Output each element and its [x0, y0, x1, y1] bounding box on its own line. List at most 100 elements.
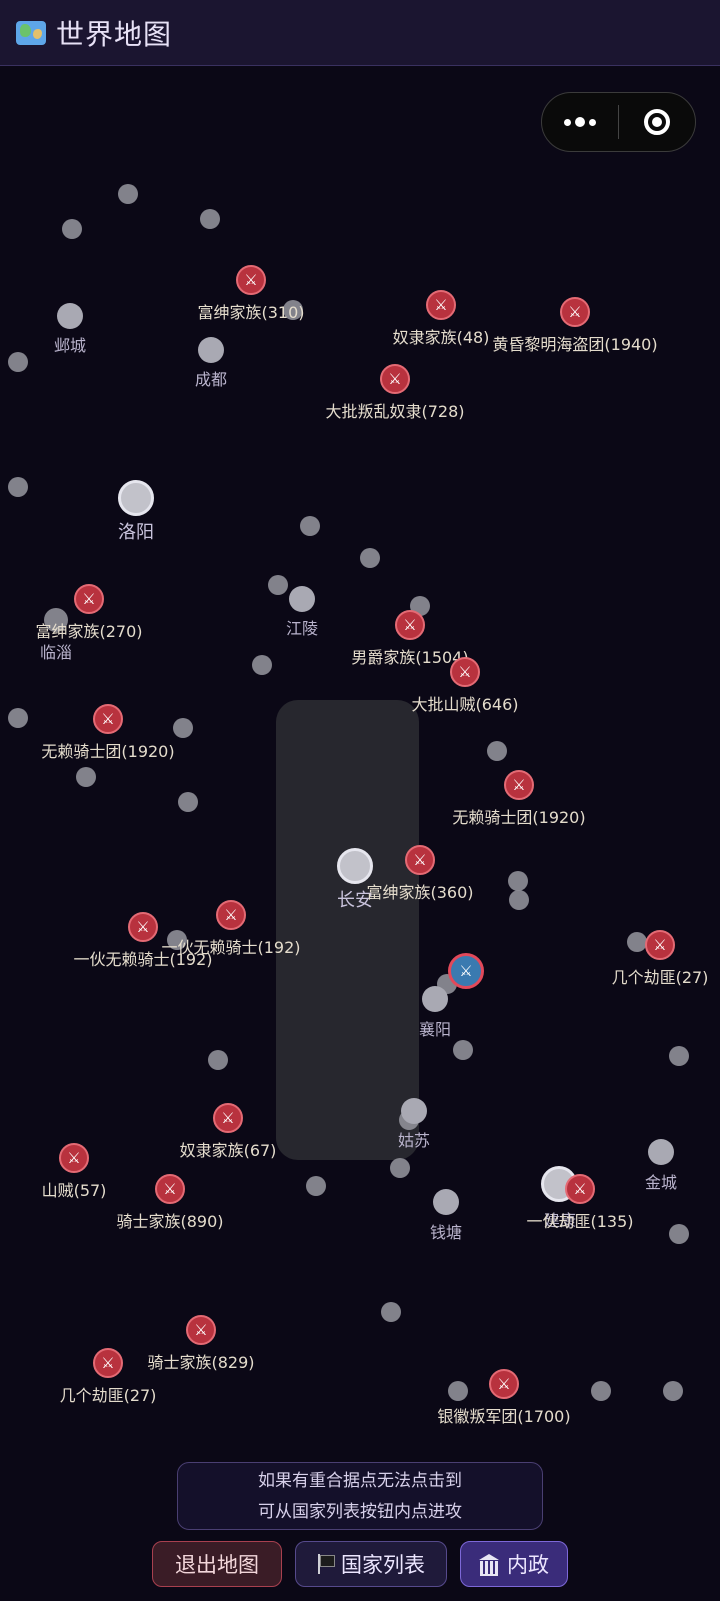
city-node-jiangling[interactable] — [289, 586, 315, 612]
enemy-label: 富绅家族(310) — [197, 303, 305, 322]
internal-affairs-button[interactable]: 内政 — [460, 1541, 568, 1587]
map-node[interactable] — [208, 1050, 228, 1070]
city-label: 临淄 — [39, 643, 73, 662]
internal-affairs-label: 内政 — [507, 1553, 549, 1577]
enemy-crossed-swords-icon[interactable]: ⚔ — [74, 584, 104, 614]
map-node[interactable] — [8, 477, 28, 497]
world-map-icon — [16, 20, 46, 45]
enemy-crossed-swords-icon[interactable]: ⚔ — [128, 912, 158, 942]
city-node-qiantang[interactable] — [433, 1189, 459, 1215]
map-node[interactable] — [487, 741, 507, 761]
city-label: 成都 — [194, 370, 228, 389]
enemy-crossed-swords-icon[interactable]: ⚔ — [186, 1315, 216, 1345]
more-dots-icon — [564, 117, 596, 127]
map-node[interactable] — [178, 792, 198, 812]
city-node-chengdu[interactable] — [198, 337, 224, 363]
map-node[interactable] — [591, 1381, 611, 1401]
map-node[interactable] — [252, 655, 272, 675]
enemy-label: 无赖骑士团(1920) — [452, 808, 586, 827]
enemy-label: 几个劫匪(27) — [611, 968, 709, 987]
enemy-crossed-swords-icon[interactable]: ⚔ — [426, 290, 456, 320]
flag-icon — [317, 1554, 335, 1574]
map-node[interactable] — [669, 1046, 689, 1066]
exit-map-button[interactable]: 退出地图 — [152, 1541, 282, 1587]
map-node[interactable] — [627, 932, 647, 952]
city-label: 钱塘 — [429, 1223, 463, 1242]
enemy-label: 富绅家族(270) — [35, 622, 143, 641]
enemy-label: 奴隶家族(67) — [179, 1141, 277, 1160]
map-node[interactable] — [360, 548, 380, 568]
map-node[interactable] — [200, 209, 220, 229]
city-node-yecheng[interactable] — [57, 303, 83, 329]
enemy-crossed-swords-icon[interactable]: ⚔ — [213, 1103, 243, 1133]
government-building-icon — [479, 1554, 499, 1576]
city-node-luoyang[interactable] — [118, 480, 154, 516]
enemy-crossed-swords-icon[interactable]: ⚔ — [450, 657, 480, 687]
map-node[interactable] — [306, 1176, 326, 1196]
enemy-crossed-swords-icon[interactable]: ⚔ — [504, 770, 534, 800]
enemy-crossed-swords-icon[interactable]: ⚔ — [59, 1143, 89, 1173]
title-bar: 世界地图 — [0, 0, 720, 66]
selected-enemy-crossed-swords-icon[interactable]: ⚔ — [448, 953, 484, 989]
enemy-crossed-swords-icon[interactable]: ⚔ — [645, 930, 675, 960]
city-label: 江陵 — [285, 619, 319, 638]
enemy-label: 山贼(57) — [41, 1181, 107, 1200]
enemy-crossed-swords-icon[interactable]: ⚔ — [565, 1174, 595, 1204]
enemy-crossed-swords-icon[interactable]: ⚔ — [405, 845, 435, 875]
overlap-hint: 如果有重合据点无法点击到 可从国家列表按钮内点进攻 — [177, 1462, 543, 1530]
exit-map-label: 退出地图 — [175, 1553, 259, 1577]
city-node-jincheng[interactable] — [648, 1139, 674, 1165]
map-node[interactable] — [508, 871, 528, 891]
map-node[interactable] — [663, 1381, 683, 1401]
enemy-crossed-swords-icon[interactable]: ⚔ — [155, 1174, 185, 1204]
map-node[interactable] — [300, 516, 320, 536]
enemy-label: 骑士家族(829) — [147, 1353, 255, 1372]
enemy-crossed-swords-icon[interactable]: ⚔ — [395, 610, 425, 640]
city-node-xiangyang[interactable] — [422, 986, 448, 1012]
enemy-crossed-swords-icon[interactable]: ⚔ — [489, 1369, 519, 1399]
enemy-label: 奴隶家族(48) — [392, 328, 490, 347]
city-label: 金城 — [644, 1173, 678, 1192]
miniprogram-capsule — [541, 92, 696, 152]
map-node[interactable] — [381, 1302, 401, 1322]
enemy-label: 银徽叛军团(1700) — [437, 1407, 571, 1426]
map-node[interactable] — [390, 1158, 410, 1178]
hint-line-1: 如果有重合据点无法点击到 — [258, 1471, 462, 1491]
map-node[interactable] — [448, 1381, 468, 1401]
enemy-crossed-swords-icon[interactable]: ⚔ — [380, 364, 410, 394]
map-node[interactable] — [118, 184, 138, 204]
city-label: 襄阳 — [418, 1020, 452, 1039]
enemy-label: 黄昏黎明海盗团(1940) — [492, 335, 658, 354]
enemy-label: 无赖骑士团(1920) — [41, 742, 175, 761]
enemy-label: 富绅家族(360) — [366, 883, 474, 902]
enemy-label: 骑士家族(890) — [116, 1212, 224, 1231]
scroll-overlay — [276, 700, 419, 1160]
enemy-crossed-swords-icon[interactable]: ⚔ — [236, 265, 266, 295]
country-list-button[interactable]: 国家列表 — [295, 1541, 447, 1587]
country-list-label: 国家列表 — [341, 1553, 425, 1577]
map-node[interactable] — [76, 767, 96, 787]
enemy-label: 几个劫匪(27) — [59, 1386, 157, 1405]
city-label: 姑苏 — [397, 1131, 431, 1150]
close-miniprogram-button[interactable] — [619, 93, 695, 151]
enemy-label: 一伙劫匪(135) — [526, 1212, 634, 1231]
map-node[interactable] — [268, 575, 288, 595]
page-title: 世界地图 — [56, 17, 173, 51]
map-node[interactable] — [509, 890, 529, 910]
target-close-icon — [644, 109, 670, 135]
enemy-crossed-swords-icon[interactable]: ⚔ — [560, 297, 590, 327]
map-node[interactable] — [62, 219, 82, 239]
map-node[interactable] — [8, 708, 28, 728]
enemy-label: 大批叛乱奴隶(728) — [325, 402, 465, 421]
more-button[interactable] — [542, 93, 618, 151]
map-node[interactable] — [173, 718, 193, 738]
city-node-gusu[interactable] — [401, 1098, 427, 1124]
map-node[interactable] — [669, 1224, 689, 1244]
map-node[interactable] — [453, 1040, 473, 1060]
enemy-label: 大批山贼(646) — [411, 695, 519, 714]
hint-line-2: 可从国家列表按钮内点进攻 — [258, 1502, 462, 1522]
enemy-crossed-swords-icon[interactable]: ⚔ — [93, 1348, 123, 1378]
enemy-crossed-swords-icon[interactable]: ⚔ — [93, 704, 123, 734]
enemy-crossed-swords-icon[interactable]: ⚔ — [216, 900, 246, 930]
map-node[interactable] — [8, 352, 28, 372]
